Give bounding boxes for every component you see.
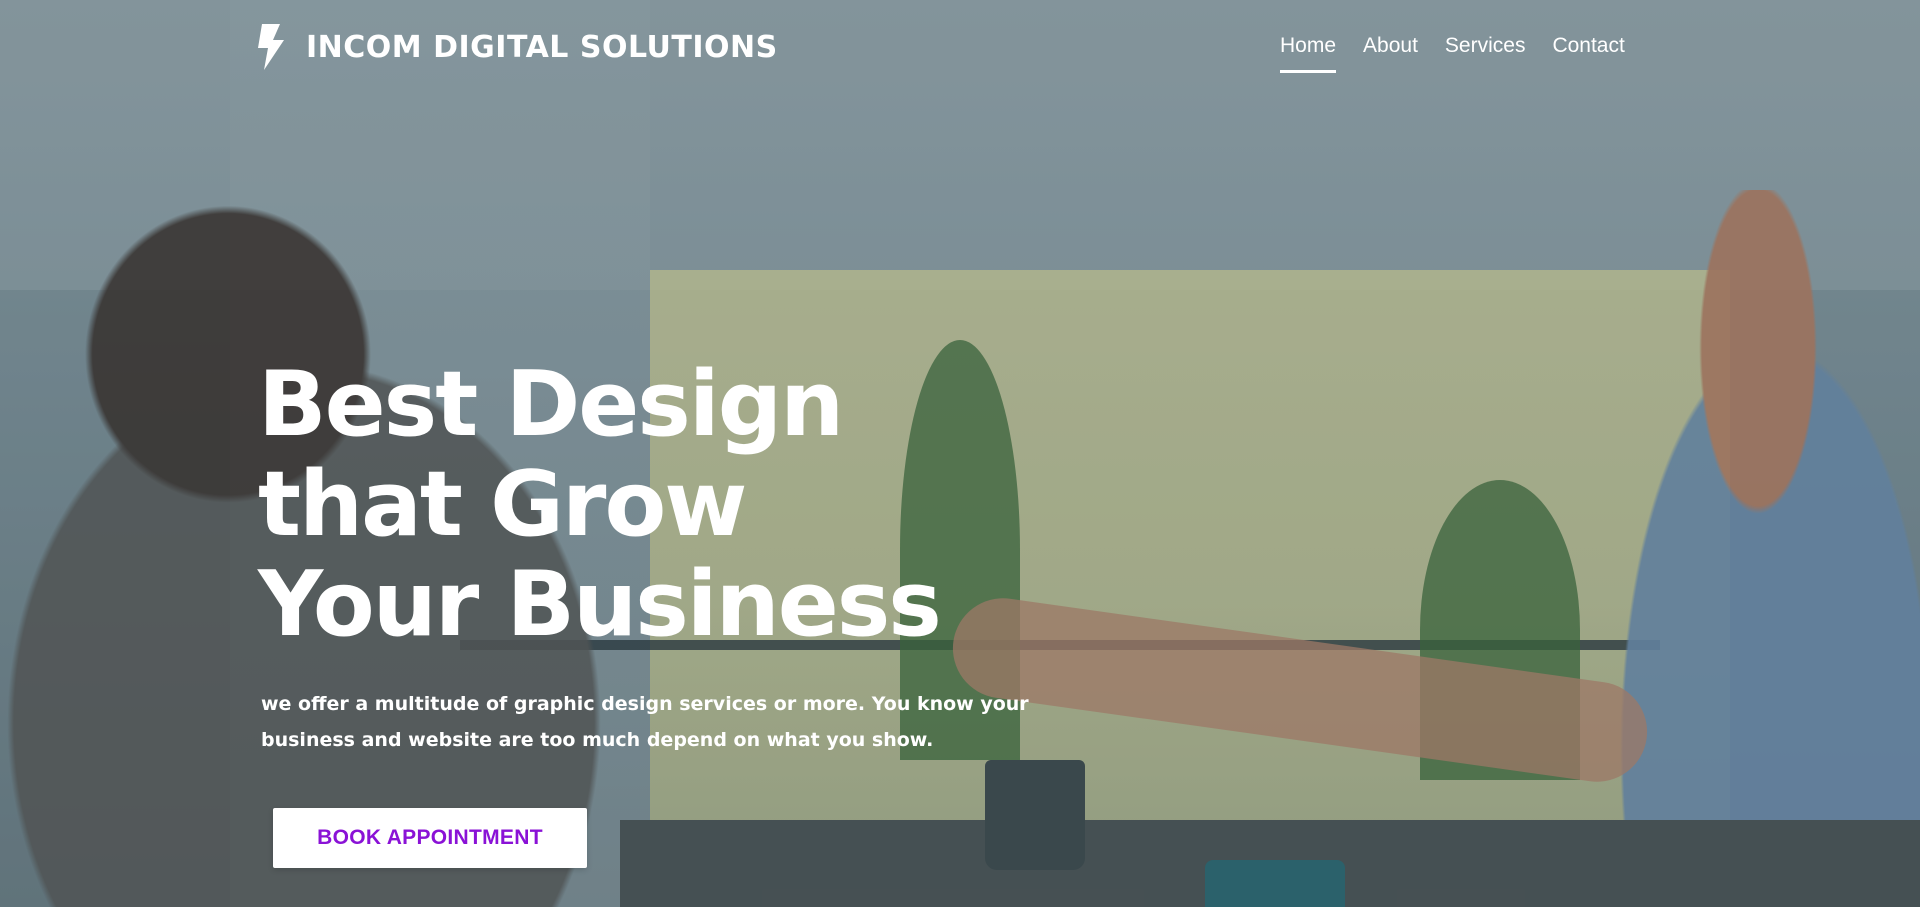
- hero-section: INCOM DIGITAL SOLUTIONS Home About Servi…: [0, 0, 1920, 907]
- brand-name: INCOM DIGITAL SOLUTIONS: [306, 29, 778, 65]
- hero-title: Best Design that Grow Your Business: [258, 355, 1058, 655]
- site-header: INCOM DIGITAL SOLUTIONS Home About Servi…: [0, 0, 1920, 95]
- hero-subtitle-line: we offer a multitude of graphic design s…: [261, 693, 1029, 715]
- nav-item-contact[interactable]: Contact: [1552, 34, 1624, 73]
- brand-logo-link[interactable]: INCOM DIGITAL SOLUTIONS: [258, 24, 778, 70]
- nav-item-about[interactable]: About: [1363, 34, 1418, 73]
- nav-item-home[interactable]: Home: [1280, 34, 1337, 73]
- hero-title-line: that Grow: [258, 452, 747, 557]
- hero-subtitle: we offer a multitude of graphic design s…: [261, 686, 1061, 758]
- hero-subtitle-line: business and website are too much depend…: [261, 729, 934, 751]
- hero-title-line: Best Design: [258, 352, 844, 457]
- main-nav: Home About Services Contact: [1280, 34, 1625, 73]
- hero-title-line: Your Business: [258, 552, 942, 657]
- nav-item-services[interactable]: Services: [1445, 34, 1526, 73]
- lightning-bolt-icon: [258, 24, 286, 70]
- book-appointment-button[interactable]: BOOK APPOINTMENT: [273, 808, 587, 868]
